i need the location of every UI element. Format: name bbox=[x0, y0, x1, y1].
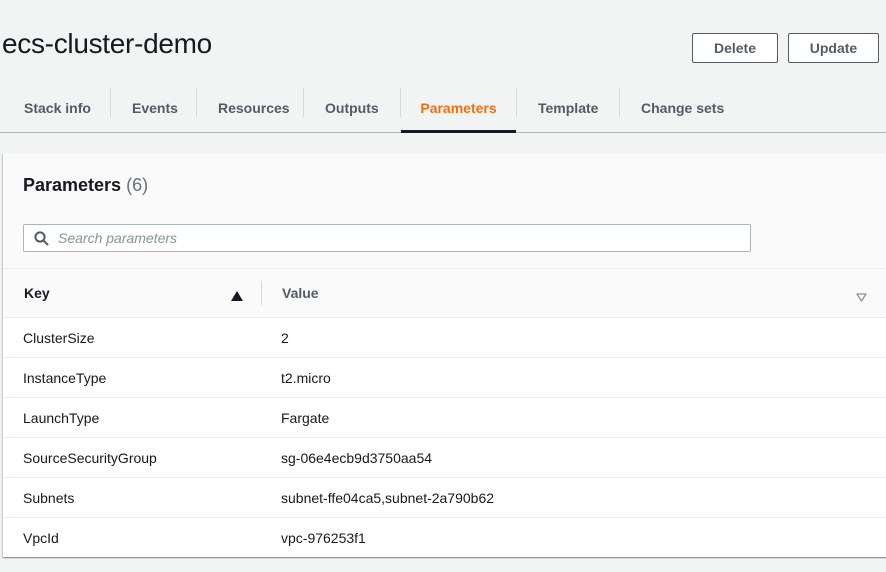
tab-divider bbox=[110, 88, 111, 117]
tab-stack-info[interactable]: Stack info bbox=[24, 84, 91, 132]
page-title: ecs-cluster-demo bbox=[2, 28, 212, 59]
table-row: LaunchType Fargate bbox=[3, 398, 886, 438]
stack-tabs: Stack info Events Resources Outputs Para… bbox=[0, 84, 886, 133]
parameter-value: t2.micro bbox=[281, 370, 331, 386]
caret-up-icon[interactable] bbox=[231, 288, 243, 301]
search-box[interactable] bbox=[23, 224, 751, 252]
table-row: Subnets subnet-ffe04ca5,subnet-2a790b62 bbox=[3, 478, 886, 518]
parameter-key: SourceSecurityGroup bbox=[23, 450, 157, 466]
tab-divider bbox=[196, 88, 197, 117]
page-header: ecs-cluster-demo Delete Update Stack inf… bbox=[0, 0, 886, 133]
parameters-count: (6) bbox=[126, 175, 149, 195]
table-body: ClusterSize 2 InstanceType t2.micro Laun… bbox=[3, 318, 886, 558]
parameter-key: InstanceType bbox=[23, 370, 107, 386]
parameter-key: ClusterSize bbox=[23, 330, 95, 346]
parameter-value: 2 bbox=[281, 330, 289, 346]
tab-divider bbox=[303, 88, 304, 117]
parameters-panel-header: Parameters (6) bbox=[3, 153, 886, 269]
column-header-key[interactable]: Key bbox=[24, 269, 50, 317]
column-divider bbox=[261, 281, 262, 305]
parameter-value: Fargate bbox=[281, 410, 330, 426]
tab-events[interactable]: Events bbox=[132, 84, 178, 132]
delete-button[interactable]: Delete bbox=[692, 33, 778, 63]
tab-resources[interactable]: Resources bbox=[218, 84, 290, 132]
tab-change-sets[interactable]: Change sets bbox=[641, 84, 724, 132]
tab-divider bbox=[619, 88, 620, 117]
tab-outputs[interactable]: Outputs bbox=[325, 84, 379, 132]
caret-down-outline-icon[interactable] bbox=[856, 289, 867, 302]
parameter-value: sg-06e4ecb9d3750aa54 bbox=[281, 450, 433, 466]
update-button[interactable]: Update bbox=[788, 33, 879, 63]
parameters-panel: Parameters (6) Key Value bbox=[3, 153, 886, 557]
parameters-heading: Parameters (6) bbox=[23, 174, 148, 196]
column-header-value[interactable]: Value bbox=[282, 269, 319, 317]
parameter-value: vpc-976253f1 bbox=[281, 530, 366, 546]
table-row: SourceSecurityGroup sg-06e4ecb9d3750aa54 bbox=[3, 438, 886, 478]
parameter-key: Subnets bbox=[23, 490, 75, 506]
table-header: Key Value bbox=[3, 269, 886, 318]
parameter-value: subnet-ffe04ca5,subnet-2a790b62 bbox=[281, 490, 495, 506]
table-row: InstanceType t2.micro bbox=[3, 358, 886, 398]
tab-divider bbox=[516, 88, 517, 117]
tab-template[interactable]: Template bbox=[538, 84, 598, 132]
parameters-heading-text: Parameters bbox=[23, 175, 122, 195]
search-icon bbox=[34, 231, 49, 246]
parameter-key: VpcId bbox=[23, 530, 59, 546]
table-row: ClusterSize 2 bbox=[3, 318, 886, 358]
search-input[interactable] bbox=[58, 227, 738, 249]
parameter-key: LaunchType bbox=[23, 410, 100, 426]
table-row: VpcId vpc-976253f1 bbox=[3, 518, 886, 558]
tab-parameters[interactable]: Parameters bbox=[401, 84, 516, 133]
